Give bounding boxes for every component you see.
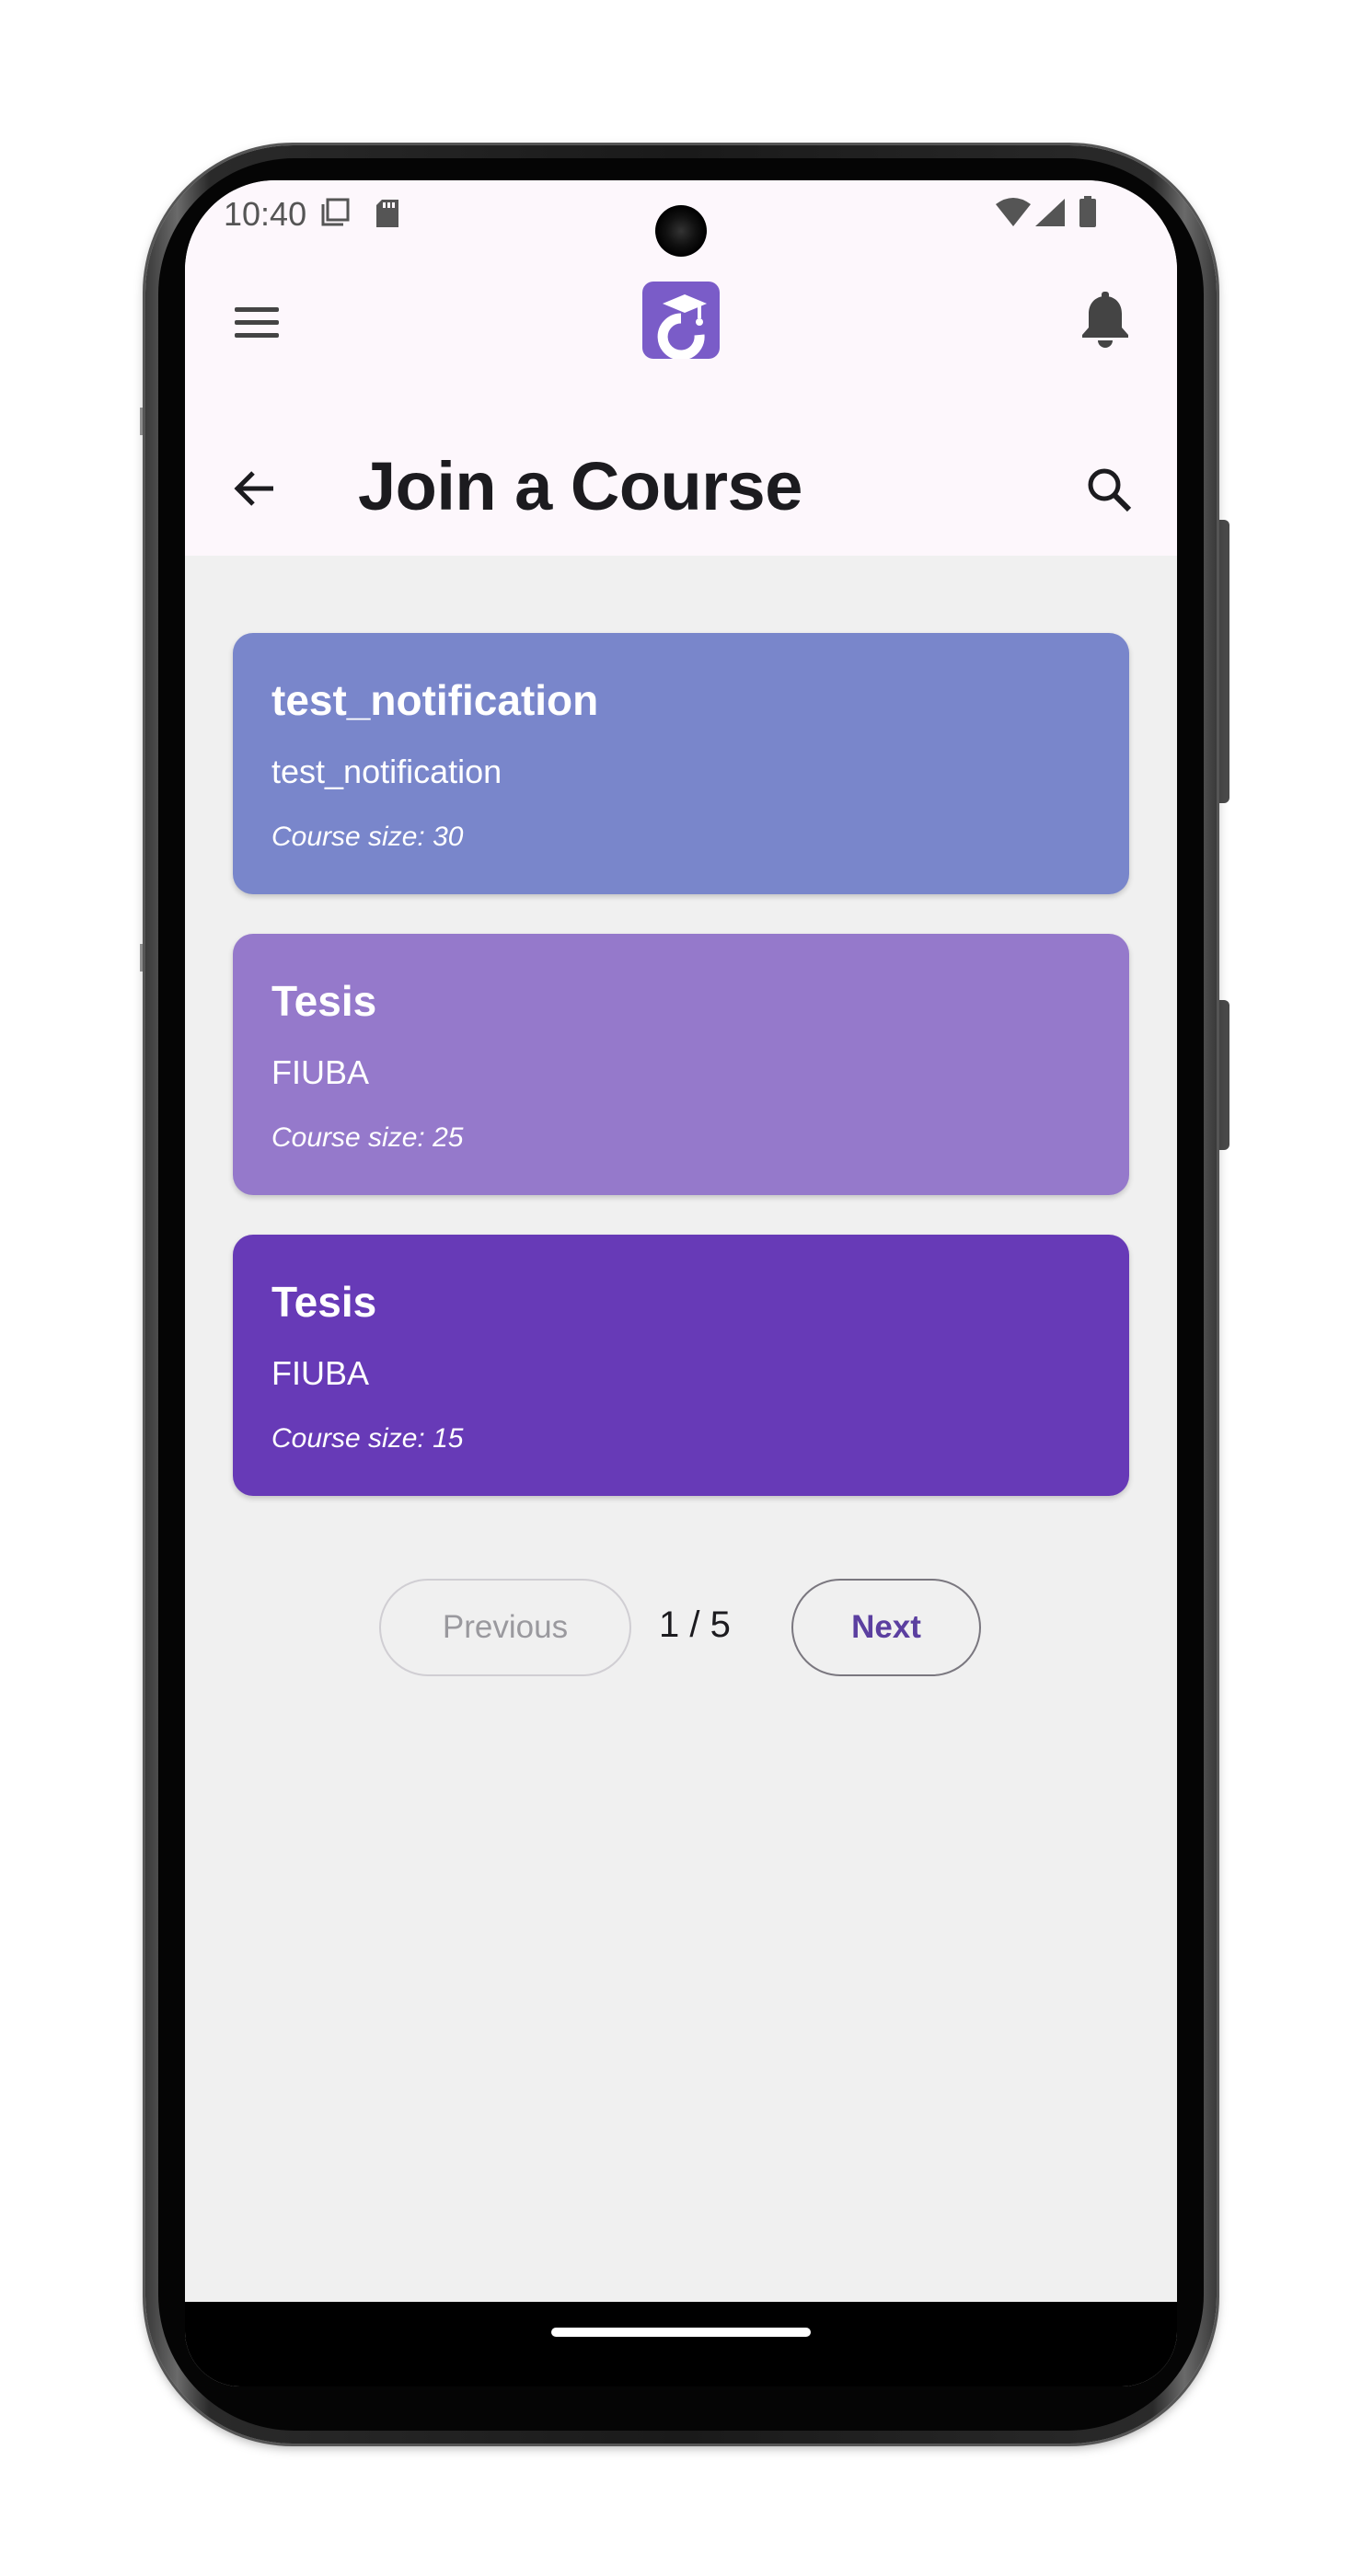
screenshot-icon	[321, 198, 350, 226]
course-title: Tesis	[271, 1278, 377, 1326]
sd-card-icon	[376, 200, 398, 227]
course-card[interactable]: test_notification test_notification Cour…	[233, 633, 1129, 894]
top-app-bar: 10:40 Join a Course	[185, 180, 1177, 556]
page-title: Join a Course	[358, 448, 802, 524]
wifi-icon	[996, 198, 1031, 226]
signal-icon	[1035, 199, 1065, 226]
course-subtitle: FIUBA	[271, 1354, 370, 1392]
next-button[interactable]: Next	[791, 1579, 981, 1676]
back-button[interactable]	[222, 456, 286, 521]
menu-button[interactable]	[222, 291, 295, 355]
course-size: Course size: 15	[271, 1423, 464, 1454]
course-card[interactable]: Tesis FIUBA Course size: 25	[233, 934, 1129, 1195]
battery-icon	[1079, 196, 1096, 227]
search-icon	[1088, 468, 1132, 512]
course-size: Course size: 30	[271, 822, 464, 852]
course-title: test_notification	[271, 676, 599, 724]
power-button	[1217, 520, 1229, 803]
course-subtitle: test_notification	[271, 753, 502, 790]
status-time: 10:40	[224, 195, 307, 233]
course-size: Course size: 25	[271, 1122, 464, 1153]
app-logo-icon	[642, 282, 720, 361]
page-indicator: 1 / 5	[659, 1604, 731, 1645]
arrow-back-icon	[234, 471, 273, 506]
navigation-bar	[185, 2302, 1177, 2386]
volume-button	[1217, 1000, 1229, 1150]
search-button[interactable]	[1078, 458, 1142, 523]
notifications-button[interactable]	[1068, 283, 1142, 357]
front-camera	[655, 205, 707, 257]
course-card[interactable]: Tesis FIUBA Course size: 15	[233, 1235, 1129, 1496]
pagination: Previous 1 / 5 Next	[185, 1579, 1177, 1680]
previous-button[interactable]: Previous	[379, 1579, 631, 1676]
home-gesture-handle[interactable]	[551, 2328, 811, 2337]
course-title: Tesis	[271, 977, 377, 1025]
bell-icon	[1082, 292, 1128, 348]
screen: 10:40 Join a Course test_notification te…	[185, 180, 1177, 2386]
course-subtitle: FIUBA	[271, 1053, 370, 1091]
